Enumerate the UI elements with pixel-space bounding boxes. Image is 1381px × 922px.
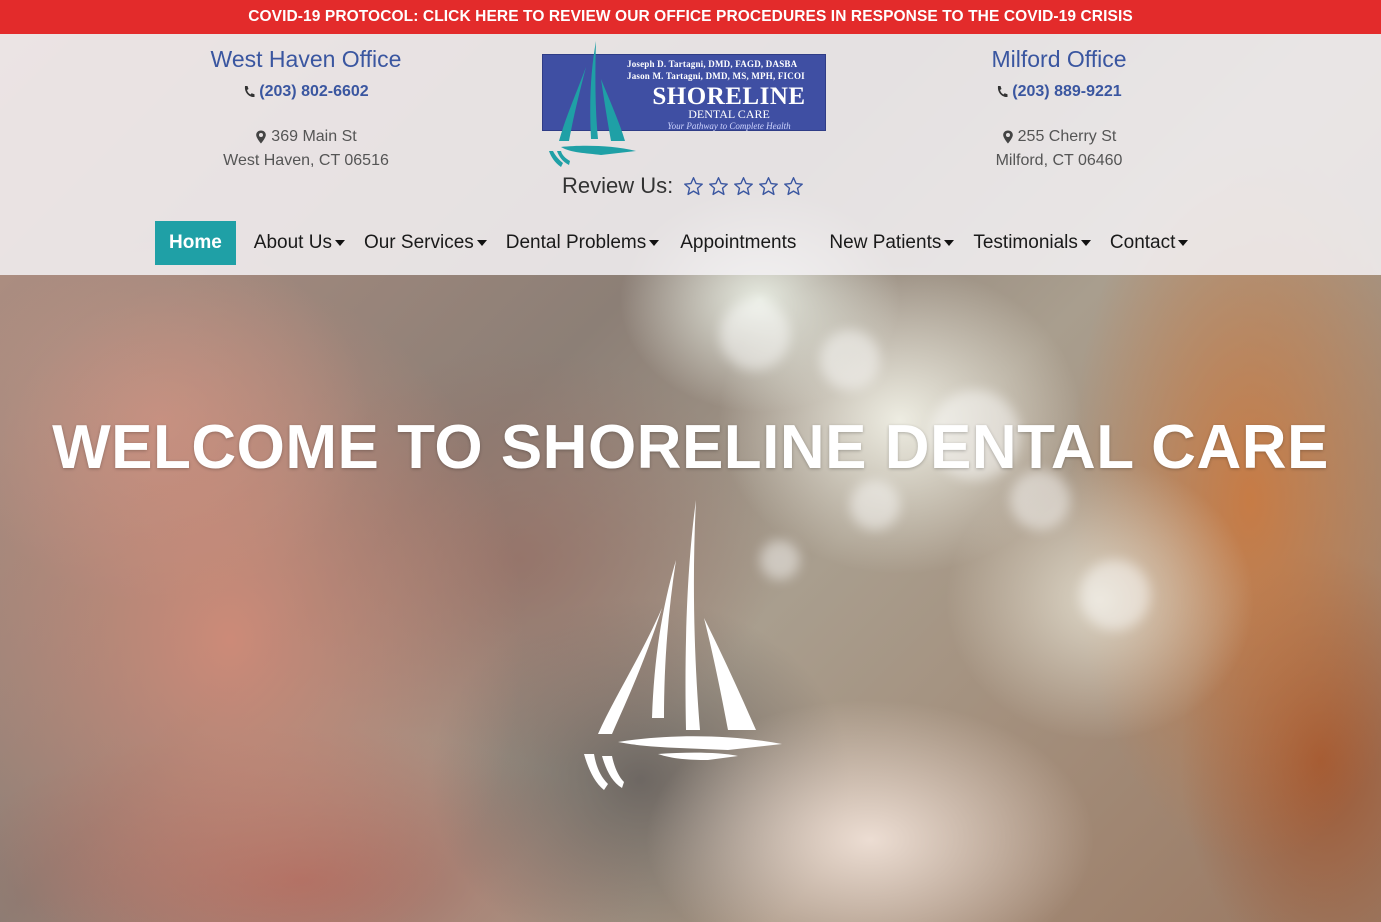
phone-link[interactable]: (203) 802-6602 <box>259 82 368 102</box>
caret-down-icon <box>1080 240 1091 246</box>
review-us: Review Us: <box>562 173 804 199</box>
office-milford: Milford Office (203) 889-9221 255 Cherry… <box>909 34 1209 173</box>
nav-item-about-us[interactable]: About Us <box>254 221 345 265</box>
phone-icon <box>245 86 255 98</box>
hero-title: WELCOME TO SHORELINE DENTAL CARE <box>52 413 1329 482</box>
address-city: Milford, CT 06460 <box>995 152 1123 169</box>
caret-down-icon <box>334 240 345 246</box>
office-address: 369 Main St West Haven, CT 06516 <box>156 125 456 173</box>
nav-item-contact[interactable]: Contact <box>1109 221 1189 265</box>
nav-item-testimonials[interactable]: Testimonials <box>973 221 1091 265</box>
nav-item-home[interactable]: Home <box>155 221 236 265</box>
review-stars <box>683 176 804 197</box>
address-city: West Haven, CT 06516 <box>223 152 389 169</box>
office-phone: (203) 889-9221 <box>909 82 1209 102</box>
map-marker-icon <box>256 130 267 144</box>
logo-doctor-line: Joseph D. Tartagni, DMD, FAGD, DASBA <box>627 59 798 69</box>
nav-label: Testimonials <box>973 232 1078 253</box>
nav-item-appointments[interactable]: Appointments <box>680 221 796 265</box>
nav-label: Appointments <box>680 232 797 253</box>
office-west-haven: West Haven Office (203) 802-6602 369 Mai… <box>156 34 456 173</box>
nav-label: New Patients <box>829 232 942 253</box>
nav-label: Contact <box>1109 232 1176 253</box>
logo-tagline: Your Pathway to Complete Health <box>667 121 791 131</box>
nav-label: Home <box>169 232 222 253</box>
sailboat-logo-icon <box>549 41 636 167</box>
caret-down-icon <box>944 240 955 246</box>
sailboat-hero-icon <box>584 500 782 790</box>
nav-item-new-patients[interactable]: New Patients <box>829 221 955 265</box>
caret-down-icon <box>1178 240 1189 246</box>
star-outline-icon[interactable] <box>758 176 779 197</box>
nav-item-our-services[interactable]: Our Services <box>364 221 487 265</box>
map-marker-icon <box>1002 130 1013 144</box>
site-header: West Haven Office (203) 802-6602 369 Mai… <box>0 34 1381 275</box>
star-outline-icon[interactable] <box>733 176 754 197</box>
logo-doctor-line: Jason M. Tartagni, DMD, MS, MPH, FICOI <box>627 71 805 81</box>
main-nav: Home About Us Our Services Dental Proble… <box>155 221 1189 265</box>
office-address: 255 Cherry St Milford, CT 06460 <box>909 125 1209 173</box>
logo-subtitle: DENTAL CARE <box>688 107 770 121</box>
review-label: Review Us: <box>562 173 674 198</box>
office-title: West Haven Office <box>210 46 402 72</box>
office-title: Milford Office <box>991 46 1127 72</box>
nav-label: About Us <box>253 232 332 253</box>
office-phone: (203) 802-6602 <box>156 82 456 102</box>
nav-label: Dental Problems <box>505 232 647 253</box>
star-outline-icon[interactable] <box>708 176 729 197</box>
nav-item-dental-problems[interactable]: Dental Problems <box>505 221 660 265</box>
phone-link[interactable]: (203) 889-9221 <box>1012 82 1121 102</box>
address-street: 369 Main St <box>271 128 357 145</box>
nav-label: Our Services <box>363 232 474 253</box>
star-outline-icon[interactable] <box>783 176 804 197</box>
caret-down-icon <box>649 240 660 246</box>
phone-icon <box>998 86 1008 98</box>
covid-protocol-banner-link[interactable]: COVID-19 PROTOCOL: CLICK HERE TO REVIEW … <box>0 0 1381 34</box>
address-street: 255 Cherry St <box>1017 128 1117 145</box>
covid-banner-text: COVID-19 PROTOCOL: CLICK HERE TO REVIEW … <box>248 8 1133 25</box>
star-outline-icon[interactable] <box>683 176 704 197</box>
caret-down-icon <box>476 240 487 246</box>
